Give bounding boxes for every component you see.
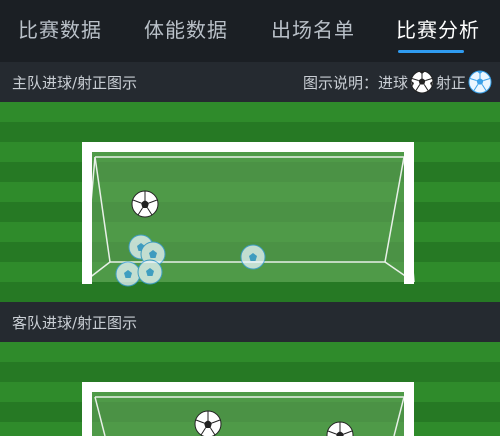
active-tab-indicator xyxy=(398,50,464,53)
legend: 图示说明：进球 射正 xyxy=(301,70,492,94)
home-pitch xyxy=(0,102,500,302)
legend-goal-label: 图示说明：进球 xyxy=(302,73,408,92)
away-section-header: 客队进球/射正图示 xyxy=(0,302,500,342)
home-section-header: 主队进球/射正图示 图示说明：进球 射正 xyxy=(0,62,500,102)
shot-on-target-ball-icon xyxy=(468,70,492,94)
tab-lineup[interactable]: 出场名单 xyxy=(271,14,355,43)
goal-ball-icon xyxy=(410,70,434,94)
home-section-title: 主队进球/射正图示 xyxy=(12,74,138,92)
tab-match-data[interactable]: 比赛数据 xyxy=(18,14,102,43)
goal-ball-marker xyxy=(194,410,222,436)
shot-ball-marker xyxy=(240,244,266,270)
goal-ball-marker xyxy=(131,190,159,218)
away-goal-diagram xyxy=(82,382,414,436)
home-goal-diagram xyxy=(82,142,415,287)
shot-ball-marker xyxy=(115,261,141,287)
tab-match-analysis[interactable]: 比赛分析 xyxy=(396,14,480,43)
top-tab-bar: 比赛数据 体能数据 出场名单 比赛分析 xyxy=(0,0,500,62)
away-section-title: 客队进球/射正图示 xyxy=(12,314,138,332)
tab-fitness-data[interactable]: 体能数据 xyxy=(144,14,228,43)
legend-shot-label: 射正 xyxy=(435,73,466,92)
shot-ball-marker xyxy=(137,259,163,285)
away-pitch xyxy=(0,342,500,436)
